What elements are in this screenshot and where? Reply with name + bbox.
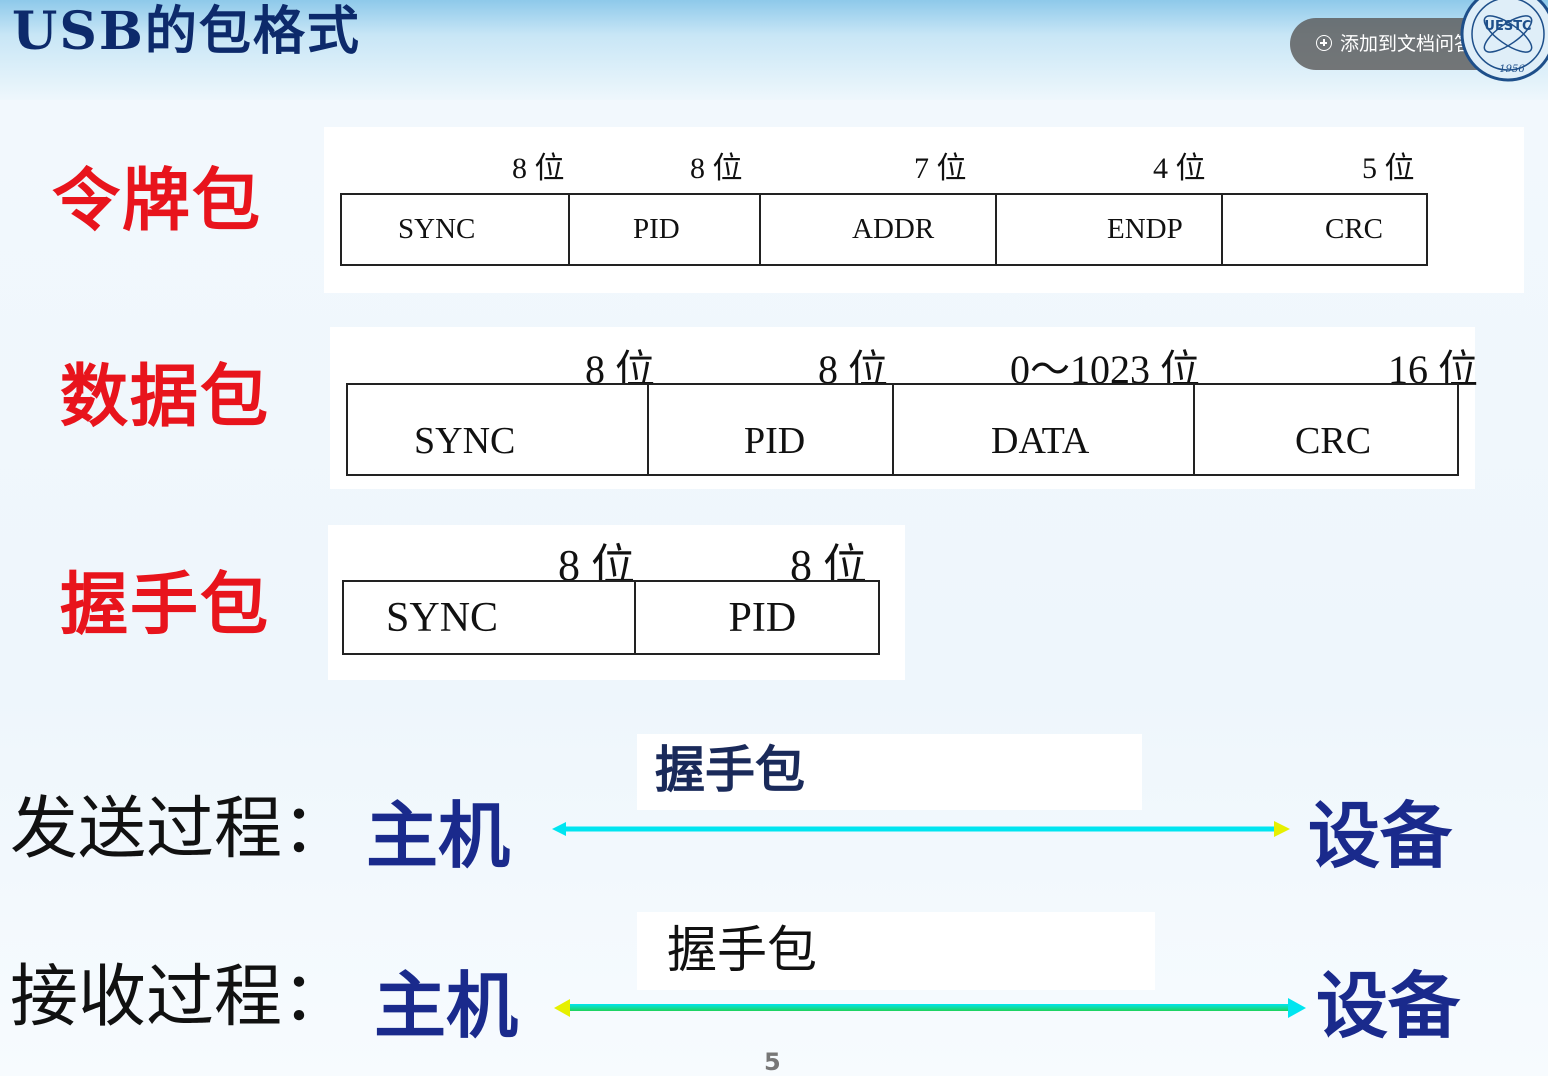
send-host-label: 主机 bbox=[366, 794, 511, 878]
add-to-document-qa-label: 添加到文档问答 bbox=[1340, 33, 1474, 55]
receive-caption-box: 握手包 bbox=[637, 912, 1155, 990]
logo-text: UESTC bbox=[1484, 19, 1531, 34]
receive-device-label: 设备 bbox=[1316, 964, 1461, 1048]
receive-caption: 握手包 bbox=[667, 921, 817, 979]
data-packet-label: 数据包 bbox=[60, 358, 271, 437]
token-packet-label: 令牌包 bbox=[52, 162, 263, 241]
receive-host-label: 主机 bbox=[374, 964, 519, 1048]
receive-arrow-left-head bbox=[554, 999, 570, 1017]
receive-process-label: 接收过程： bbox=[10, 958, 351, 1037]
data-packet-panel: 8 位 8 位 0～1023 位 16 位 SYNC PID DATA CRC bbox=[330, 327, 1478, 489]
data-field-crc: CRC bbox=[1295, 419, 1372, 462]
token-field-addr: ADDR bbox=[761, 195, 997, 264]
token-crc-bits: 5 位 bbox=[1362, 152, 1415, 185]
data-field-pid: PID bbox=[649, 385, 894, 474]
send-device-label: 设备 bbox=[1308, 794, 1453, 878]
send-arrow-left-head bbox=[552, 822, 566, 836]
token-addr-bits: 7 位 bbox=[914, 152, 967, 185]
token-field-endp: ENDP bbox=[997, 195, 1223, 264]
handshake-packet-panel: 8 位 8 位 SYNC PID bbox=[328, 525, 905, 680]
handshake-field-row: SYNC PID bbox=[342, 580, 880, 655]
send-caption-box: 握手包 bbox=[637, 734, 1142, 810]
slide-title: USB的包格式 bbox=[12, 1, 361, 62]
plus-circle-icon bbox=[1316, 35, 1332, 51]
token-sync-bits: 8 位 bbox=[512, 152, 565, 185]
handshake-field-pid: PID bbox=[728, 594, 797, 641]
send-arrow bbox=[552, 821, 1290, 837]
receive-arrow bbox=[554, 998, 1306, 1018]
token-pid-bits: 8 位 bbox=[690, 152, 743, 185]
token-endp-bits: 4 位 bbox=[1153, 152, 1206, 185]
send-caption: 握手包 bbox=[655, 741, 805, 799]
token-packet-panel: 8 位 8 位 7 位 4 位 5 位 SYNC PID ADDR ENDP C… bbox=[324, 127, 1524, 293]
data-field-row: SYNC PID DATA CRC bbox=[346, 383, 1459, 476]
send-arrow-right-head bbox=[1274, 821, 1290, 837]
handshake-packet-label: 握手包 bbox=[60, 566, 271, 645]
logo-year: 1956 bbox=[1499, 64, 1525, 75]
data-field-sync: SYNC bbox=[348, 385, 649, 474]
token-field-pid: PID bbox=[570, 195, 761, 264]
token-field-sync: SYNC bbox=[342, 195, 570, 264]
data-field-data: DATA bbox=[894, 385, 1195, 474]
handshake-field-sync: SYNC bbox=[344, 582, 636, 653]
university-logo-icon: UESTC 1956 bbox=[1460, 0, 1548, 82]
token-field-crc: CRC bbox=[1325, 213, 1384, 245]
page-number: 5 bbox=[764, 1048, 781, 1076]
receive-arrow-right-head bbox=[1288, 998, 1306, 1018]
token-field-row: SYNC PID ADDR ENDP CRC bbox=[340, 193, 1428, 266]
send-process-label: 发送过程： bbox=[10, 790, 351, 869]
